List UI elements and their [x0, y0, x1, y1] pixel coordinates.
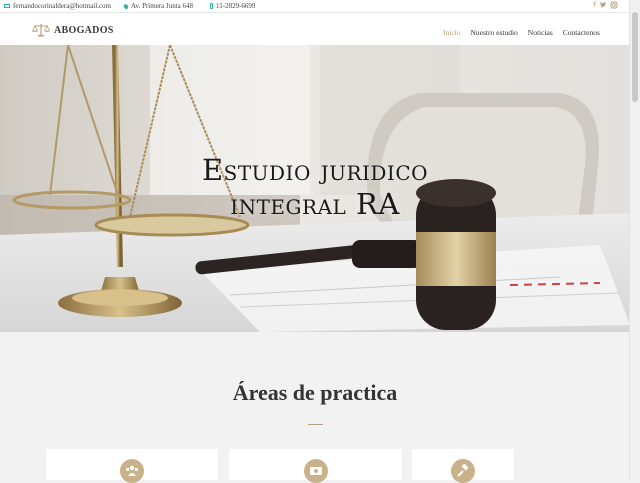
scales-logo-icon [32, 24, 50, 37]
instagram-icon[interactable] [610, 1, 618, 9]
scrollbar-thumb[interactable] [632, 12, 638, 102]
hero-title-line-1: Estudio juridico [201, 153, 429, 187]
nav-item-noticias[interactable]: Noticias [528, 28, 553, 37]
nav-item-contactenos[interactable]: Contactenos [563, 28, 600, 37]
main-navbar: ABOGADOS Inicio Nuestro estudio Noticias… [0, 13, 630, 46]
social-links: f [594, 1, 618, 9]
map-pin-icon [122, 2, 130, 10]
practice-areas-title: Áreas de practica [232, 380, 398, 405]
phone-link[interactable]: 11-2829-6699 [210, 2, 255, 10]
brand-name: ABOGADOS [54, 24, 114, 36]
page-scrollbar[interactable] [629, 0, 640, 480]
phone-icon [210, 3, 213, 9]
gavel-icon [451, 459, 475, 483]
top-contact-bar: fernandocorinaldera@hotmail.com Av. Prim… [0, 0, 630, 13]
facebook-icon[interactable]: f [594, 1, 596, 9]
nav-item-nuestro-estudio[interactable]: Nuestro estudio [471, 28, 518, 37]
hero-banner: Estudio juridico integral RA [0, 45, 630, 332]
email-text: fernandocorinaldera@hotmail.com [13, 2, 111, 10]
hero-title-line-2: integral RA [230, 187, 400, 221]
brand-logo[interactable]: ABOGADOS [32, 23, 114, 37]
hero-title: Estudio juridico integral RA [0, 153, 630, 221]
practice-card-1[interactable] [46, 449, 218, 483]
nav-item-inicio[interactable]: Inicio [443, 28, 461, 37]
twitter-icon[interactable] [599, 1, 607, 9]
title-divider [308, 424, 323, 425]
phone-text: 11-2829-6699 [216, 2, 256, 10]
address-info: Av. Primera Junta 648 [122, 2, 194, 10]
nav-menu: Inicio Nuestro estudio Noticias Contacte… [443, 28, 600, 37]
email-link[interactable]: fernandocorinaldera@hotmail.com [4, 2, 111, 10]
money-icon [303, 459, 328, 483]
people-icon [120, 459, 144, 483]
practice-card-3[interactable] [412, 449, 514, 483]
practice-card-2[interactable] [229, 449, 402, 483]
envelope-icon [4, 4, 10, 8]
address-text: Av. Primera Junta 648 [131, 2, 194, 10]
